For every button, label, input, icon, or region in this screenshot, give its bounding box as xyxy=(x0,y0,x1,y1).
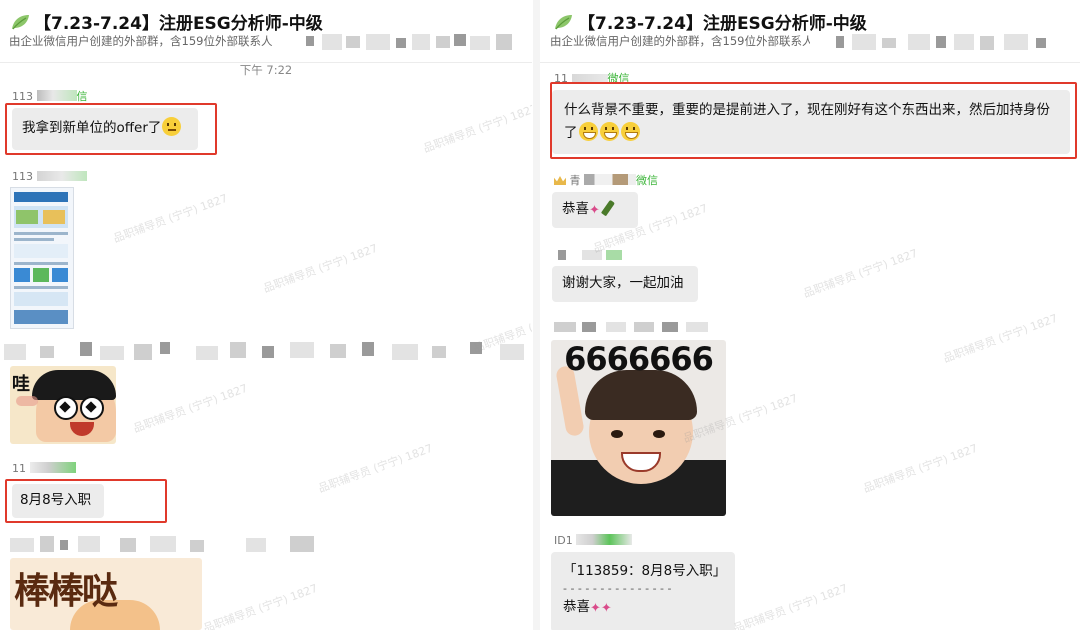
message-text-line: 恭喜✦✦ xyxy=(563,596,723,620)
message-sender: 青 微信 xyxy=(554,172,658,188)
sender-id: ID1 xyxy=(554,534,573,547)
quoted-text: 「113859：8月8号入职」 xyxy=(563,563,727,579)
panel-divider xyxy=(533,0,540,630)
time-divider: 下午 7:22 xyxy=(239,63,293,77)
message-text: 了 xyxy=(564,125,578,141)
right-chat-panel: 【7.23-7.24】注册ESG分析师-中级 由企业微信用户创建的外部群，含15… xyxy=(540,0,1080,630)
watermark: 品职辅导员 (宁宁) 1827 xyxy=(801,246,920,301)
watermark: 品职辅导员 (宁宁) 1827 xyxy=(111,191,230,246)
sender-name: 青 xyxy=(569,174,581,187)
crown-icon xyxy=(554,176,566,185)
blurred-sender xyxy=(558,250,638,262)
chat-subtitle: 由企业微信用户创建的外部群，含159位外部联系人 xyxy=(9,34,273,48)
sender-id: 11 xyxy=(12,462,26,475)
message-text-line2: 了 xyxy=(564,122,1058,145)
quote-separator: - - - - - - - - - - - - - - - xyxy=(563,582,672,595)
sender-suffix: 微信 xyxy=(607,72,630,85)
leaf-icon xyxy=(12,15,29,30)
sticker-text: 棒棒哒 xyxy=(14,571,118,612)
message-bubble[interactable]: 恭喜✦ xyxy=(552,192,638,228)
party-popper-icon: ✦ xyxy=(600,601,612,616)
message-text: 我拿到新单位的offer了 xyxy=(22,120,162,136)
sender-suffix: 微信 xyxy=(636,174,658,187)
message-bubble[interactable]: 8月8号入职 xyxy=(12,484,104,518)
message-sender: 113 信 xyxy=(12,88,88,104)
blurred-name xyxy=(571,74,608,82)
sticker-image[interactable]: 6666666 xyxy=(551,340,726,516)
watermark: 品职辅导员 (宁宁) 1827 xyxy=(131,381,250,436)
chat-subtitle: 由企业微信用户创建的外部群，含159位外部联系人 xyxy=(550,34,810,48)
blurred-sender xyxy=(0,534,340,556)
message-sender: 11 xyxy=(12,462,76,475)
sender-id: 113 xyxy=(12,90,33,103)
message-sender: ID1 xyxy=(554,534,633,547)
party-popper-icon: ✦ xyxy=(590,601,601,616)
message-text: 恭喜 xyxy=(562,201,589,217)
blurred-name xyxy=(36,90,77,101)
blurred-sender xyxy=(554,322,734,334)
chat-header: 【7.23-7.24】注册ESG分析师-中级 由企业微信用户创建的外部群，含15… xyxy=(0,0,532,63)
message-sender: 11 微信 xyxy=(554,70,630,86)
leaf-icon xyxy=(555,15,572,30)
sticker-text: 6666666 xyxy=(564,340,714,378)
blurred-name xyxy=(584,174,636,185)
party-popper-icon: ✦ xyxy=(589,203,600,218)
message-text: 8月8号入职 xyxy=(20,492,92,508)
quoted-message-bubble[interactable]: 「113859：8月8号入职」 - - - - - - - - - - - - … xyxy=(551,552,735,630)
blurred-name xyxy=(29,462,76,473)
sender-suffix: 信 xyxy=(76,90,88,103)
chat-header: 【7.23-7.24】注册ESG分析师-中级 由企业微信用户创建的外部群，含15… xyxy=(540,0,1080,63)
sticker-image[interactable]: 哇 xyxy=(10,366,116,444)
watermark: 品职辅导员 (宁宁) 1827 xyxy=(861,441,980,496)
sender-id: 11 xyxy=(554,72,568,85)
watermark: 品职辅导员 (宁宁) 1827 xyxy=(421,101,532,156)
blurred-name xyxy=(36,171,87,181)
chat-title[interactable]: 【7.23-7.24】注册ESG分析师-中级 xyxy=(578,9,867,34)
sender-id: 113 xyxy=(12,170,33,183)
champagne-icon xyxy=(600,199,615,217)
watermark: 品职辅导员 (宁宁) 1827 xyxy=(316,441,435,496)
message-sender: 113 xyxy=(12,170,87,183)
watermark: 品职辅导员 (宁宁) 1827 xyxy=(941,311,1060,366)
watermark: 品职辅导员 (宁宁) 1827 xyxy=(731,581,850,630)
sticker-image[interactable]: 棒棒哒 xyxy=(10,558,202,630)
blurred-sender xyxy=(0,340,532,364)
thinking-emoji-icon xyxy=(162,117,182,136)
chat-title[interactable]: 【7.23-7.24】注册ESG分析师-中级 xyxy=(34,9,323,34)
watermark: 品职辅导员 (宁宁) 1827 xyxy=(201,581,320,630)
blurred-members xyxy=(830,34,1075,50)
grin-emoji-icon xyxy=(599,122,619,141)
grin-emoji-icon xyxy=(578,122,598,141)
left-chat-panel: 【7.23-7.24】注册ESG分析师-中级 由企业微信用户创建的外部群，含15… xyxy=(0,0,532,630)
image-attachment[interactable] xyxy=(10,187,74,329)
message-bubble[interactable]: 谢谢大家，一起加油 xyxy=(552,266,698,302)
sticker-text: 哇 xyxy=(12,374,30,395)
watermark: 品职辅导员 (宁宁) 1827 xyxy=(261,241,380,296)
message-bubble[interactable]: 什么背景不重要，重要的是提前进入了，现在刚好有这个东西出来，然后加持身份 了 xyxy=(552,90,1070,154)
blurred-members xyxy=(300,34,530,50)
message-bubble[interactable]: 我拿到新单位的offer了 xyxy=(12,108,198,150)
blurred-name xyxy=(576,534,633,545)
message-text: 谢谢大家，一起加油 xyxy=(562,275,684,291)
message-text: 恭喜 xyxy=(563,599,590,615)
grin-emoji-icon xyxy=(620,122,640,141)
message-text: 什么背景不重要，重要的是提前进入了，现在刚好有这个东西出来，然后加持身份 xyxy=(564,102,1050,118)
